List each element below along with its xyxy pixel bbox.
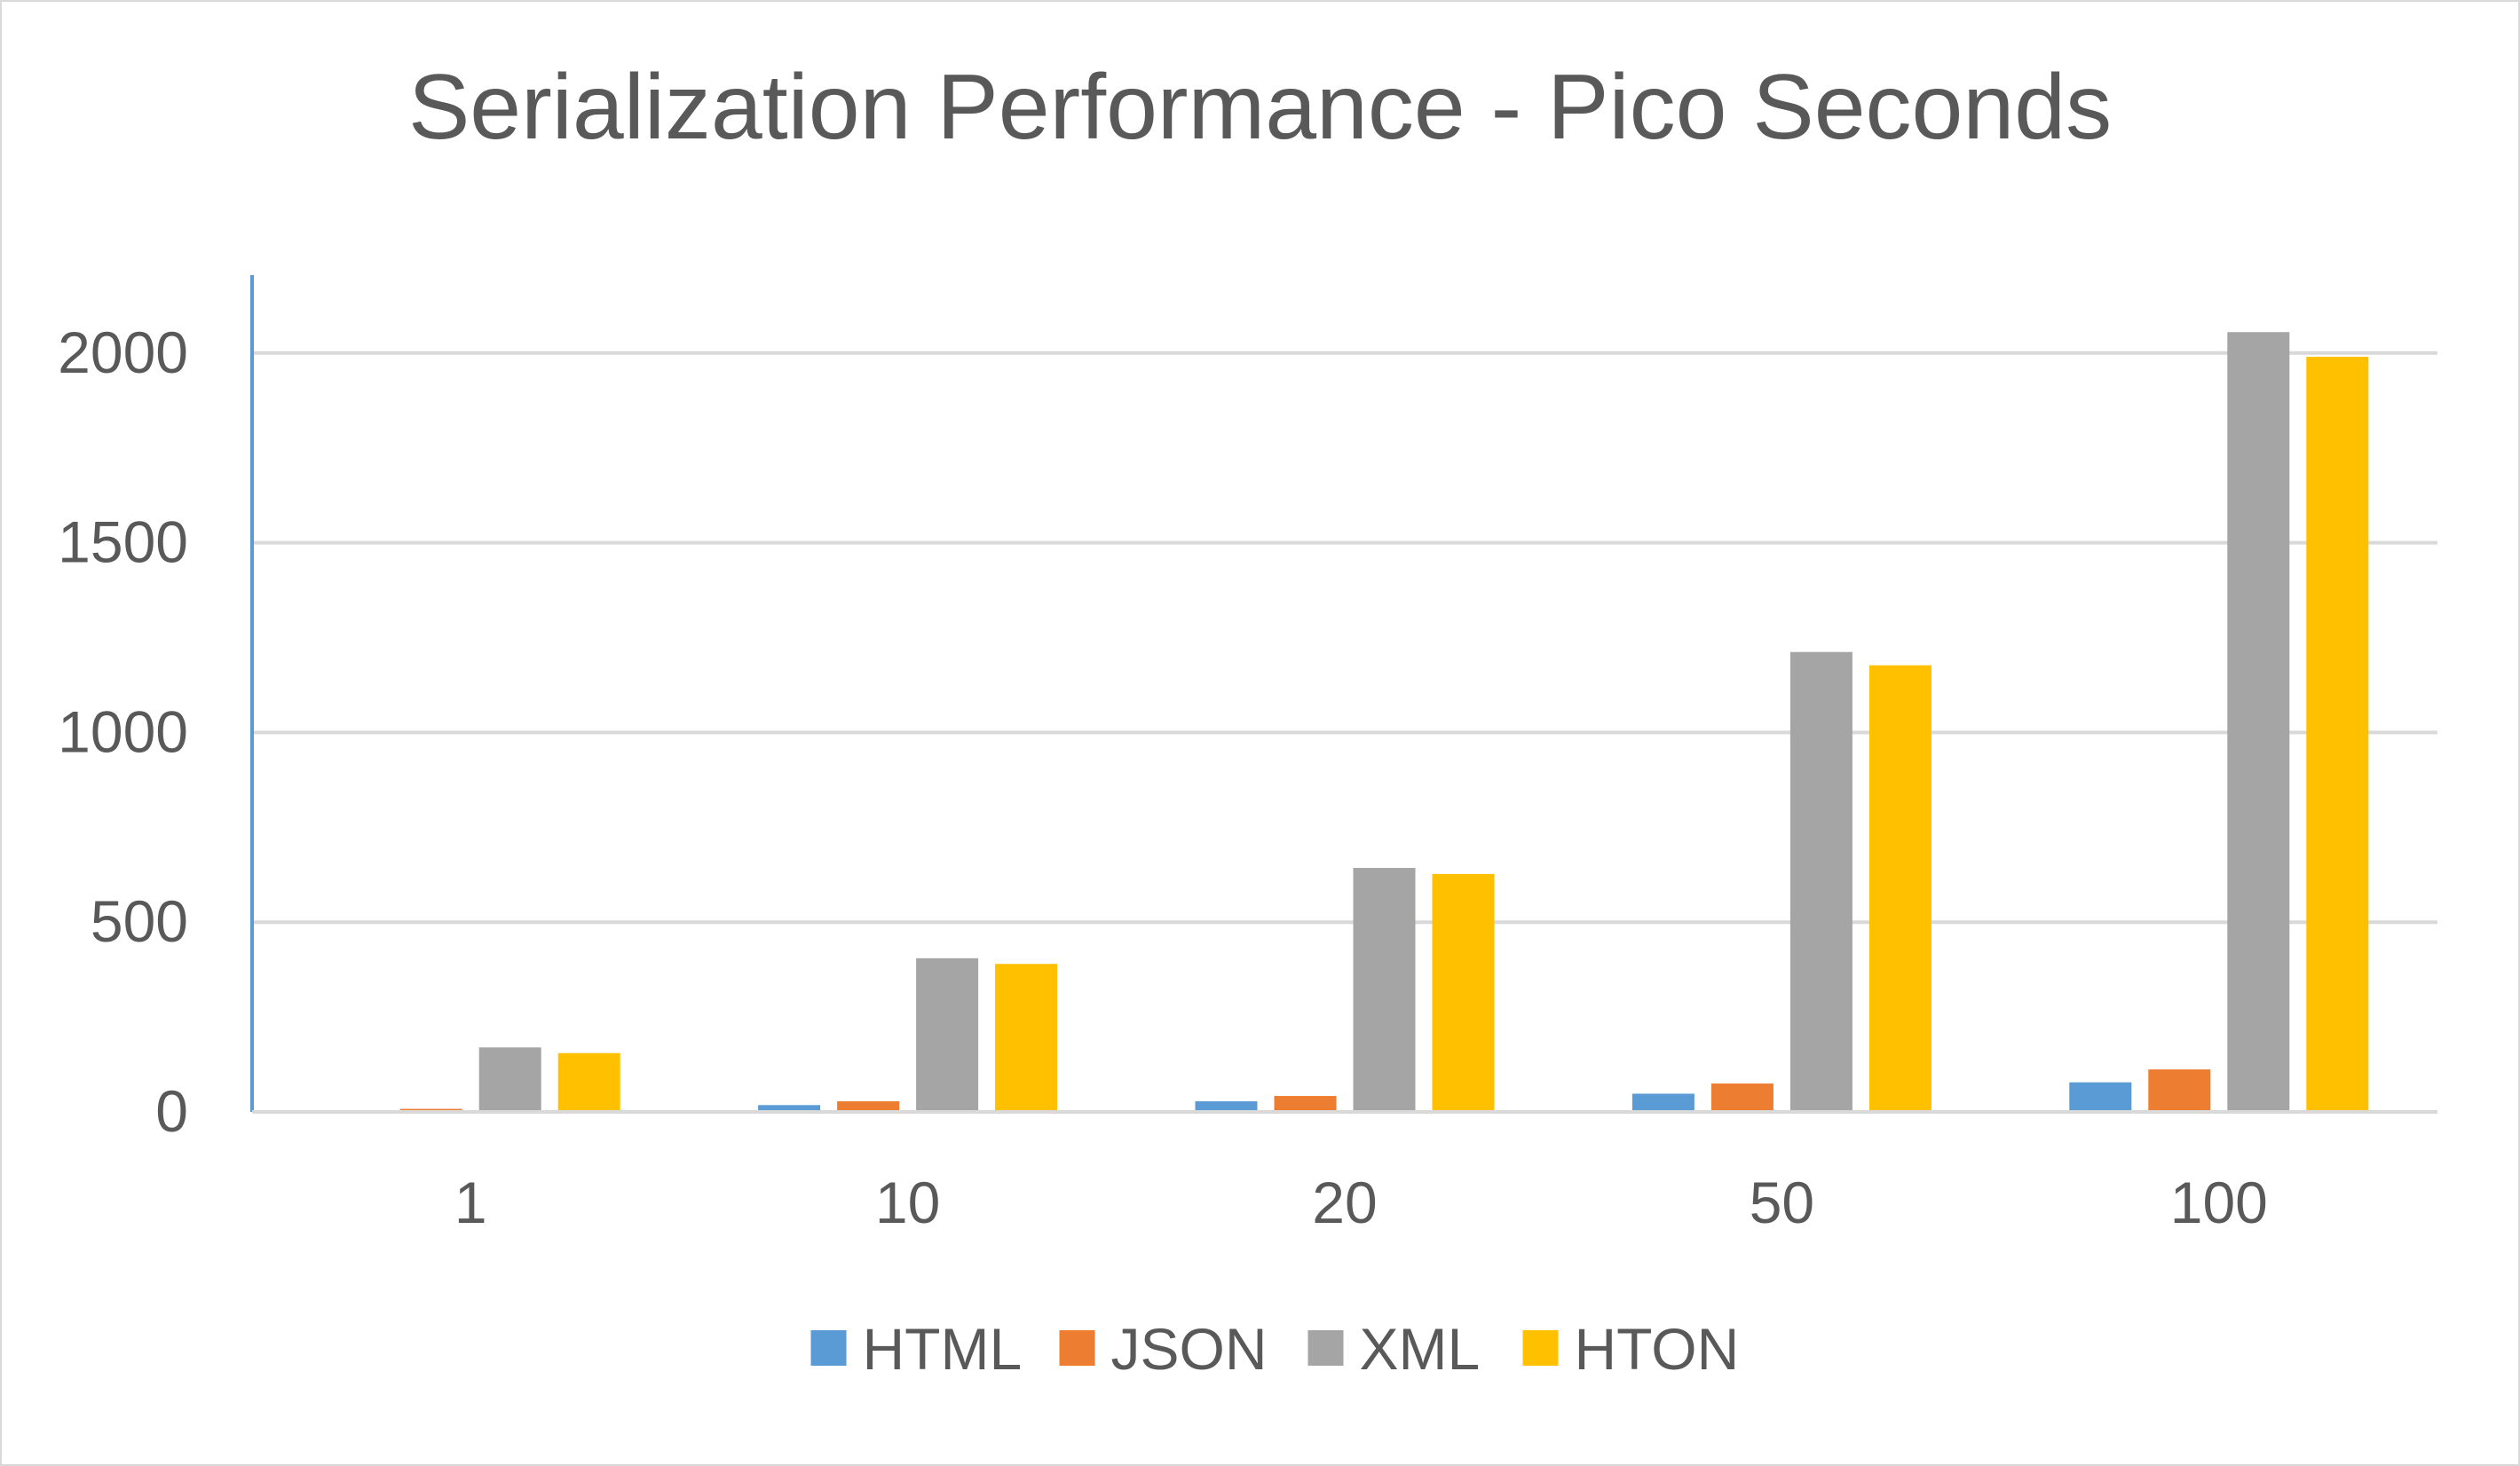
bar-xml-100 [2227,332,2290,1112]
legend-swatch-xml [1307,1330,1344,1366]
chart-plot: 0 500 1000 1500 2000 1 10 20 50 100 HTML JSON XML HTO… [58,275,2437,1382]
legend-swatch-json [1059,1330,1095,1366]
bar-html-50 [1631,1093,1694,1112]
x-category-label: 100 [2170,1170,2268,1235]
bar-html-100 [2069,1082,2132,1112]
x-category-label: 20 [1312,1170,1377,1235]
legend-label-hton: HTON [1575,1316,1740,1382]
y-tick-label: 1000 [58,698,188,764]
legend-label-html: HTML [863,1316,1023,1382]
bar-hton-10 [995,964,1058,1112]
bar-xml-20 [1353,868,1416,1112]
y-tick-label: 500 [91,888,188,954]
bar-xml-1 [478,1047,541,1112]
y-tick-label: 2000 [58,319,188,385]
bar-json-20 [1274,1096,1337,1112]
bar-json-100 [2148,1069,2211,1112]
bar-xml-50 [1789,651,1852,1112]
y-tick-label: 1500 [58,509,188,575]
bar-hton-1 [557,1052,620,1112]
legend-swatch-hton [1522,1330,1559,1366]
legend-swatch-html [810,1330,847,1366]
x-category-label: 1 [454,1170,487,1235]
bar-json-50 [1710,1083,1773,1112]
bar-hton-100 [2306,357,2369,1112]
y-tick-label: 0 [155,1078,188,1144]
bar-xml-10 [916,958,979,1112]
x-category-label: 50 [1750,1170,1814,1235]
x-category-label: 10 [875,1170,940,1235]
legend-label-xml: XML [1360,1316,1481,1382]
legend-label-json: JSON [1111,1316,1268,1382]
bar-hton-20 [1432,873,1495,1112]
bar-hton-50 [1868,665,1931,1112]
